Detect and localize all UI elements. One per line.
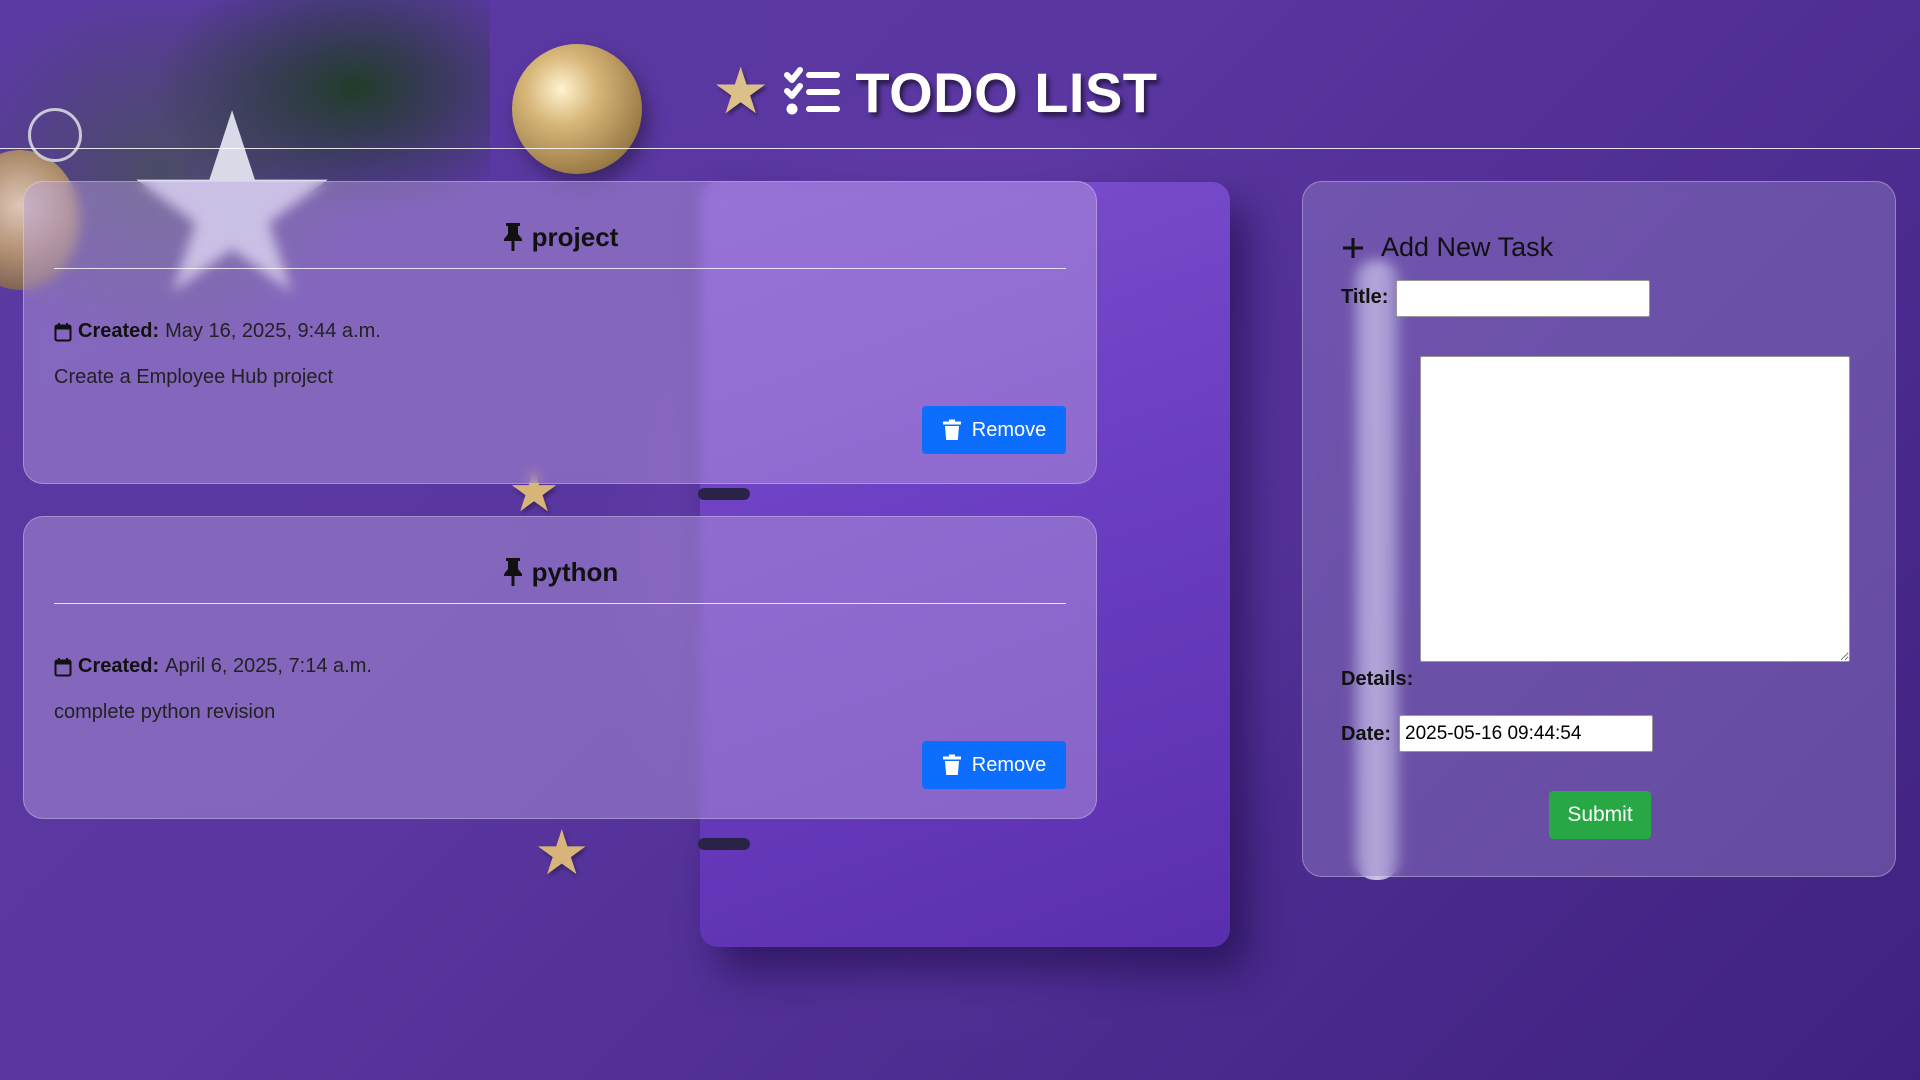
task-details: complete python revision bbox=[54, 701, 276, 723]
remove-button-label: Remove bbox=[971, 753, 1047, 776]
app-header: ★ TODO LIST bbox=[0, 0, 1920, 149]
notebook-ring bbox=[698, 838, 750, 850]
title-label: Title: bbox=[1341, 286, 1389, 308]
task-card: python Created: April 6, 2025, 7:14 a.m.… bbox=[23, 516, 1097, 819]
submit-button[interactable]: Submit bbox=[1549, 791, 1651, 839]
date-input[interactable] bbox=[1399, 715, 1653, 752]
trash-icon bbox=[942, 419, 961, 440]
brand: ★ TODO LIST bbox=[712, 52, 1158, 132]
remove-button[interactable]: Remove bbox=[922, 406, 1066, 454]
date-label: Date: bbox=[1341, 723, 1392, 745]
checklist-icon bbox=[784, 67, 841, 115]
plus-icon bbox=[1343, 237, 1363, 258]
calendar-icon bbox=[54, 657, 72, 676]
title-input[interactable] bbox=[1396, 280, 1650, 317]
calendar-icon bbox=[54, 322, 72, 341]
task-title: project bbox=[531, 222, 619, 252]
pin-icon bbox=[503, 223, 522, 251]
task-created: Created: May 16, 2025, 9:44 a.m. bbox=[54, 320, 381, 343]
remove-button-label: Remove bbox=[971, 418, 1047, 441]
notebook-ring bbox=[698, 488, 750, 500]
form-heading-text: Add New Task bbox=[1381, 232, 1554, 262]
created-date: May 16, 2025, 9:44 a.m. bbox=[165, 320, 381, 342]
background-gold-star: ★ bbox=[534, 816, 590, 889]
pin-icon bbox=[503, 558, 522, 586]
task-card: project Created: May 16, 2025, 9:44 a.m.… bbox=[23, 181, 1097, 484]
task-header: project bbox=[54, 222, 1066, 269]
created-label: Created: bbox=[78, 320, 160, 342]
add-task-form: Add New Task Title: Details: Date: Submi… bbox=[1302, 181, 1896, 877]
star-icon: ★ bbox=[712, 55, 770, 129]
created-label: Created: bbox=[78, 655, 160, 677]
remove-button[interactable]: Remove bbox=[922, 741, 1066, 789]
task-title: python bbox=[531, 557, 619, 587]
form-heading: Add New Task bbox=[1341, 232, 1553, 263]
details-textarea[interactable] bbox=[1420, 356, 1850, 662]
trash-icon bbox=[942, 754, 961, 775]
task-created: Created: April 6, 2025, 7:14 a.m. bbox=[54, 655, 372, 678]
app-title: TODO LIST bbox=[855, 60, 1158, 124]
task-header: python bbox=[54, 557, 1066, 604]
details-label: Details: bbox=[1341, 668, 1414, 690]
created-date: April 6, 2025, 7:14 a.m. bbox=[165, 655, 372, 677]
task-details: Create a Employee Hub project bbox=[54, 366, 334, 388]
